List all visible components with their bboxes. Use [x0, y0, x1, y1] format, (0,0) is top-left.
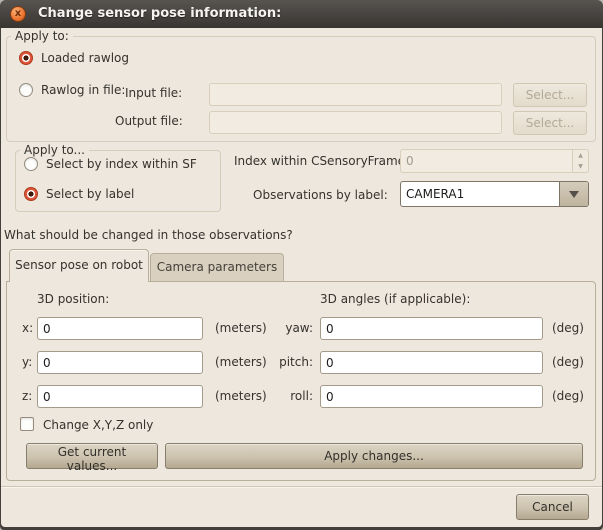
selection-group-label: Apply to... — [20, 143, 89, 157]
observations-combobox[interactable]: CAMERA1 — [400, 181, 589, 207]
apply-changes-button[interactable]: Apply changes... — [165, 443, 583, 469]
position-header: 3D position: — [37, 292, 109, 306]
radio-select-by-label-label: Select by label — [46, 187, 134, 201]
window-title: Change sensor pose information: — [38, 0, 281, 28]
radio-selected-icon[interactable] — [24, 187, 38, 201]
apply-to-groupbox: Apply to: Loaded rawlog Rawlog in file: … — [6, 36, 596, 142]
radio-unselected-icon[interactable] — [19, 83, 33, 97]
radio-select-by-index-label: Select by index within SF — [46, 157, 197, 171]
cancel-button[interactable]: Cancel — [516, 494, 589, 520]
change-xyz-checkbox-label: Change X,Y,Z only — [43, 418, 153, 432]
y-label: y: — [22, 355, 32, 369]
change-question-label: What should be changed in those observat… — [4, 228, 293, 242]
output-file-select-button[interactable]: Select... — [513, 111, 587, 135]
pitch-field[interactable] — [320, 351, 543, 374]
dialog-window: x Change sensor pose information: Apply … — [0, 0, 603, 530]
titlebar[interactable]: x Change sensor pose information: — [0, 0, 603, 28]
x-label: x: — [22, 321, 33, 335]
tab-camera-parameters[interactable]: Camera parameters — [150, 253, 284, 282]
pitch-unit-label: (deg) — [552, 355, 584, 369]
yaw-label: yaw: — [247, 321, 313, 335]
dialog-body: Apply to: Loaded rawlog Rawlog in file: … — [1, 28, 602, 527]
radio-select-by-index[interactable]: Select by index within SF — [24, 157, 197, 171]
input-file-field[interactable] — [209, 83, 502, 106]
sensor-pose-panel: 3D position: 3D angles (if applicable): … — [6, 281, 596, 481]
radio-rawlog-in-file-label: Rawlog in file: — [41, 83, 125, 97]
spinner-down-icon[interactable]: ▼ — [573, 161, 588, 172]
footer-separator — [1, 486, 602, 488]
z-field[interactable] — [37, 385, 203, 408]
yaw-field[interactable] — [320, 317, 543, 340]
roll-label: roll: — [247, 389, 313, 403]
yaw-unit-label: (deg) — [552, 321, 584, 335]
radio-unselected-icon[interactable] — [24, 157, 38, 171]
angles-header: 3D angles (if applicable): — [320, 292, 470, 306]
x-field[interactable] — [37, 317, 203, 340]
spinner-up-icon[interactable]: ▲ — [573, 150, 588, 161]
pitch-label: pitch: — [247, 355, 313, 369]
output-file-field[interactable] — [209, 111, 502, 134]
z-label: z: — [22, 389, 32, 403]
change-xyz-checkbox[interactable] — [20, 417, 34, 431]
y-field[interactable] — [37, 351, 203, 374]
get-current-values-button[interactable]: Get current values... — [26, 443, 158, 469]
close-icon[interactable]: x — [10, 6, 26, 22]
apply-to-group-label: Apply to: — [11, 29, 73, 43]
roll-field[interactable] — [320, 385, 543, 408]
observations-by-label-label: Observations by label: — [253, 188, 388, 202]
radio-selected-icon[interactable] — [19, 51, 33, 65]
observations-combobox-value: CAMERA1 — [401, 182, 559, 206]
index-within-label: Index within CSensoryFrame — [234, 154, 405, 168]
index-spinner[interactable]: ▲ ▼ — [400, 149, 589, 173]
radio-rawlog-in-file[interactable]: Rawlog in file: — [19, 83, 125, 97]
tab-sensor-pose[interactable]: Sensor pose on robot — [9, 249, 149, 282]
radio-loaded-rawlog[interactable]: Loaded rawlog — [19, 51, 129, 65]
roll-unit-label: (deg) — [552, 389, 584, 403]
radio-select-by-label[interactable]: Select by label — [24, 187, 134, 201]
selection-groupbox: Apply to... Select by index within SF Se… — [15, 150, 221, 212]
input-file-select-button[interactable]: Select... — [513, 83, 587, 107]
radio-loaded-rawlog-label: Loaded rawlog — [41, 51, 129, 65]
input-file-label: Input file: — [125, 86, 182, 100]
chevron-down-icon — [569, 191, 579, 198]
combo-dropdown-button[interactable] — [559, 182, 588, 206]
index-spinner-field[interactable] — [400, 149, 572, 173]
output-file-label: Output file: — [115, 114, 183, 128]
